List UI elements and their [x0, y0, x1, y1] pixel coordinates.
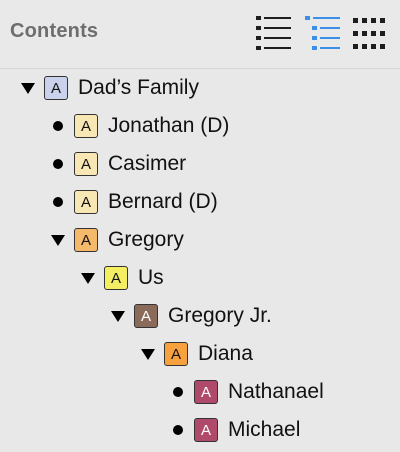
- tree-row-bernard[interactable]: A Bernard (D): [48, 183, 218, 221]
- disclosure-triangle-open-icon[interactable]: [138, 344, 158, 364]
- grid-view-icon: [353, 18, 385, 49]
- tree-row-dads-family[interactable]: A Dad’s Family: [18, 69, 199, 107]
- document-icon: A: [74, 114, 98, 138]
- tree-item-label: Casimer: [108, 152, 187, 175]
- tree-item-label: Bernard (D): [108, 190, 218, 213]
- tree-row-us[interactable]: A Us: [78, 259, 164, 297]
- tree-item-label: Diana: [198, 342, 253, 365]
- document-icon: A: [194, 418, 218, 442]
- tree-row-gregory[interactable]: A Gregory: [48, 221, 184, 259]
- document-icon: A: [74, 228, 98, 252]
- bullet-icon: [168, 382, 188, 402]
- outline-view-button[interactable]: [303, 14, 341, 54]
- bullet-icon: [48, 116, 68, 136]
- document-icon: A: [74, 190, 98, 214]
- tree-item-label: Nathanael: [228, 380, 324, 403]
- document-icon: A: [134, 304, 158, 328]
- bullet-icon: [48, 192, 68, 212]
- bullet-icon: [168, 420, 188, 440]
- tree-item-label: Gregory Jr.: [168, 304, 272, 327]
- list-view-icon: [256, 16, 291, 50]
- tree-row-gregory-jr[interactable]: A Gregory Jr.: [108, 297, 272, 335]
- document-icon: A: [74, 152, 98, 176]
- document-icon: A: [104, 266, 128, 290]
- tree-item-label: Dad’s Family: [78, 76, 199, 99]
- tree-row-casimer[interactable]: A Casimer: [48, 145, 186, 183]
- panel-title: Contents: [10, 20, 99, 42]
- disclosure-triangle-open-icon[interactable]: [78, 268, 98, 288]
- outline-view-icon: [305, 16, 340, 50]
- tree-item-label: Jonathan (D): [108, 114, 230, 137]
- disclosure-triangle-open-icon[interactable]: [108, 306, 128, 326]
- document-icon: A: [44, 76, 68, 100]
- tree-row-diana[interactable]: A Diana: [138, 335, 253, 373]
- tree-item-label: Us: [138, 266, 164, 289]
- list-view-button[interactable]: [254, 14, 292, 54]
- disclosure-triangle-open-icon[interactable]: [48, 230, 68, 250]
- disclosure-triangle-open-icon[interactable]: [18, 78, 38, 98]
- contents-header: Contents: [0, 0, 400, 68]
- bullet-icon: [48, 154, 68, 174]
- tree-row-michael[interactable]: A Michael: [168, 411, 300, 449]
- tree-item-label: Michael: [228, 418, 301, 441]
- document-icon: A: [194, 380, 218, 404]
- document-icon: A: [164, 342, 188, 366]
- grid-view-button[interactable]: [351, 14, 389, 54]
- outline-tree: A Dad’s Family A Jonathan (D) A Casimer …: [0, 69, 400, 452]
- tree-row-nathanael[interactable]: A Nathanael: [168, 373, 324, 411]
- tree-item-label: Gregory: [108, 228, 184, 251]
- tree-row-jonathan[interactable]: A Jonathan (D): [48, 107, 229, 145]
